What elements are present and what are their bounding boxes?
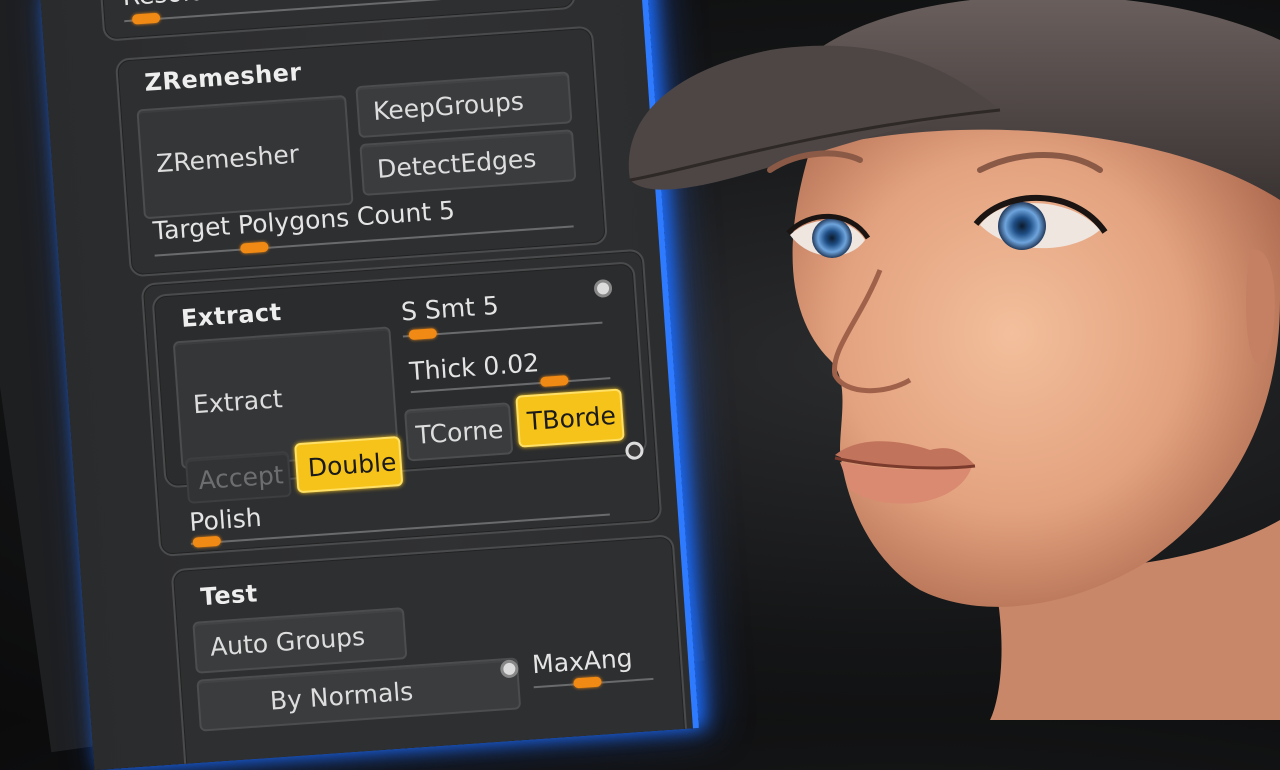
face-shape [792, 110, 1280, 607]
keep-groups-button[interactable]: KeepGroups [355, 71, 573, 139]
extract-title: Extract [180, 297, 283, 333]
accept-button[interactable]: Accept [184, 450, 292, 504]
zremesher-group: ZRemesher ZRemesher KeepGroups DetectEdg… [114, 25, 608, 278]
test-title: Test [199, 579, 259, 612]
thick-label: Thick 0.02 [408, 348, 540, 387]
auto-groups-button[interactable]: Auto Groups [192, 607, 408, 674]
tool-palette: Resolution 128 ZRemesher ZRemesher KeepG… [40, 0, 699, 770]
max-angle-knob[interactable] [573, 676, 602, 689]
polish-label: Polish [188, 502, 263, 537]
zremesher-title: ZRemesher [143, 57, 303, 97]
polish-knob[interactable] [192, 535, 222, 548]
double-button[interactable]: Double [294, 435, 404, 494]
thick-knob[interactable] [540, 375, 569, 388]
s-smt-knob[interactable] [408, 328, 438, 341]
resolution-slider-knob[interactable] [131, 12, 161, 25]
zremesher-button[interactable]: ZRemesher [136, 94, 354, 220]
left-iris [812, 218, 852, 258]
detect-edges-button[interactable]: DetectEdges [359, 129, 577, 196]
extract-group: Extract Extract S Smt 5 Thick 0.02 TCorn… [140, 248, 663, 558]
sculpted-head-viewport[interactable] [610, 0, 1280, 720]
right-iris [998, 202, 1046, 250]
tcorner-button[interactable]: TCorne [404, 402, 514, 462]
tborder-button[interactable]: TBorde [515, 388, 625, 448]
target-polygons-knob[interactable] [240, 241, 269, 254]
s-smt-label: S Smt 5 [400, 290, 500, 327]
head-group [628, 0, 1280, 720]
